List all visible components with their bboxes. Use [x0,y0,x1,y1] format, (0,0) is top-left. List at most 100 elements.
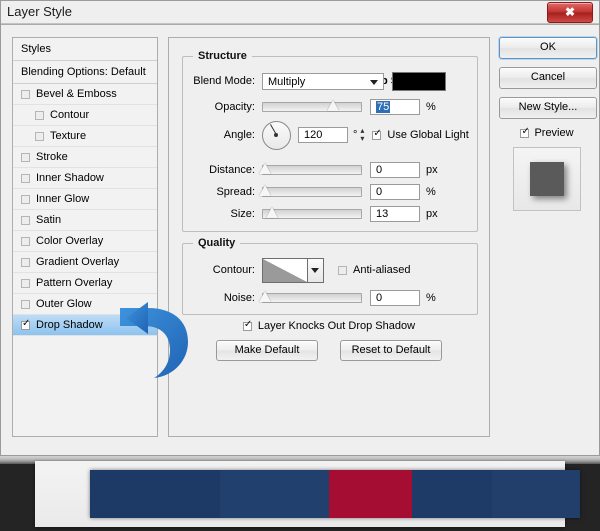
size-slider[interactable] [262,207,362,219]
style-row-contour[interactable]: Contour [13,105,157,126]
opacity-label: Opacity: [214,101,255,113]
distance-slider-thumb[interactable] [259,163,271,174]
angle-dial-hub [274,132,278,137]
spread-slider-thumb[interactable] [259,185,271,196]
spread-input[interactable]: 0 [370,184,420,200]
chevron-down-icon [370,79,378,85]
artwork-color-bars [90,470,580,518]
angle-spinner-icon[interactable]: ▴ ▾ [360,127,364,143]
styles-panel: Styles Blending Options: Default Bevel &… [12,37,158,437]
distance-input[interactable]: 0 [370,162,420,178]
use-global-light-checkbox-box[interactable] [372,128,382,140]
preview-checkbox-box[interactable] [520,126,530,138]
style-row-stroke[interactable]: Stroke [13,147,157,168]
blend-mode-select[interactable]: Multiply [262,72,384,90]
title-separator [1,23,599,25]
blending-options-row[interactable]: Blending Options: Default [13,61,157,84]
style-checkbox[interactable] [35,110,44,120]
preview-thumbnail [513,147,581,211]
opacity-slider[interactable] [262,100,362,112]
opacity-value: 75 [376,101,391,113]
style-checkbox[interactable] [21,257,30,267]
noise-slider[interactable] [259,291,362,303]
blend-mode-value: Multiply [268,75,306,88]
anti-aliased-checkbox[interactable]: Anti-aliased [338,264,410,276]
style-checkbox[interactable] [21,215,30,225]
style-row-pattern-overlay[interactable]: Pattern Overlay [13,273,157,294]
style-row-label: Inner Glow [36,193,90,205]
contour-row: Contour: Anti-aliased [183,256,477,284]
size-slider-thumb[interactable] [266,207,278,218]
spread-row: Spread: 0 % [183,182,477,202]
layer-knocks-out-checkbox-box[interactable] [242,319,252,331]
angle-dial[interactable] [262,120,291,150]
contour-label: Contour: [212,264,255,276]
quality-group-title: Quality [193,237,241,249]
preview-checkbox[interactable]: Preview [499,126,595,139]
angle-row: Angle: 120 ° ▴▾ Use Global Light [183,120,477,150]
style-checkbox[interactable] [35,131,44,141]
style-checkbox[interactable] [21,278,30,288]
layer-style-dialog: Layer Style ✖ Styles Blending Options: D… [0,0,600,456]
spread-label: Spread: [216,186,255,198]
cancel-button[interactable]: Cancel [499,67,597,89]
contour-curve-graphic [263,258,307,282]
style-checkbox[interactable] [21,299,30,309]
style-row-bevel-emboss[interactable]: Bevel & Emboss [13,84,157,105]
noise-input[interactable]: 0 [370,290,420,306]
opacity-slider-thumb[interactable] [327,100,339,111]
style-row-outer-glow[interactable]: Outer Glow [13,294,157,315]
style-row-satin[interactable]: Satin [13,210,157,231]
noise-slider-thumb[interactable] [259,291,271,302]
use-global-light-checkbox[interactable]: Use Global Light [372,128,469,141]
angle-input[interactable]: 120 [298,127,348,143]
layer-knocks-out-checkbox[interactable]: Layer Knocks Out Drop Shadow [182,319,476,332]
spread-slider[interactable] [259,185,362,197]
new-style-button[interactable]: New Style... [499,97,597,119]
contour-dropdown[interactable] [308,257,324,283]
style-row-label: Contour [50,109,90,121]
make-default-button[interactable]: Make Default [216,340,318,361]
style-checkbox[interactable] [21,89,30,99]
artwork-canvas [35,461,580,527]
blue-segment-2 [219,470,329,518]
contour-preview[interactable] [262,257,308,283]
style-checkbox[interactable] [21,152,30,162]
dialog-actions: OK Cancel New Style... Preview [499,37,597,211]
anti-aliased-checkbox-box[interactable] [338,265,347,275]
opacity-input[interactable]: 75 [370,99,420,115]
layer-knocks-out-label: Layer Knocks Out Drop Shadow [257,320,416,332]
style-row-gradient-overlay[interactable]: Gradient Overlay [13,252,157,273]
reset-to-default-button[interactable]: Reset to Default [340,340,442,361]
preview-label: Preview [534,127,574,139]
style-row-color-overlay[interactable]: Color Overlay [13,231,157,252]
style-row-label: Pattern Overlay [36,277,113,289]
size-unit: px [426,208,438,220]
style-row-label: Outer Glow [36,298,92,310]
style-row-texture[interactable]: Texture [13,126,157,147]
angle-unit: ° [353,129,358,141]
style-row-drop-shadow[interactable]: Drop Shadow [13,315,157,336]
style-row-label: Drop Shadow [36,319,103,331]
ok-button[interactable]: OK [499,37,597,59]
style-checkbox[interactable] [21,173,30,183]
preview-thumbnail-square [530,162,564,196]
style-row-inner-shadow[interactable]: Inner Shadow [13,168,157,189]
settings-panel: Drop Shadow Structure Blend Mode: Multip… [168,37,490,437]
style-row-label: Satin [36,214,62,226]
title-bar: Layer Style ✖ [1,1,599,23]
style-row-inner-glow[interactable]: Inner Glow [13,189,157,210]
blue-segment-4 [492,470,580,518]
close-icon[interactable]: ✖ [547,2,593,23]
distance-row: Distance: 0 px [183,160,477,180]
chevron-down-icon [311,267,319,273]
size-input[interactable]: 13 [370,206,420,222]
distance-slider[interactable] [259,163,362,175]
distance-unit: px [426,164,438,176]
blend-mode-row: Blend Mode: Multiply [183,71,477,91]
style-checkbox[interactable] [21,236,30,246]
style-checkbox[interactable] [21,194,30,204]
shadow-color-swatch[interactable] [392,71,446,91]
anti-aliased-label: Anti-aliased [353,264,411,276]
style-checkbox[interactable] [21,318,30,330]
